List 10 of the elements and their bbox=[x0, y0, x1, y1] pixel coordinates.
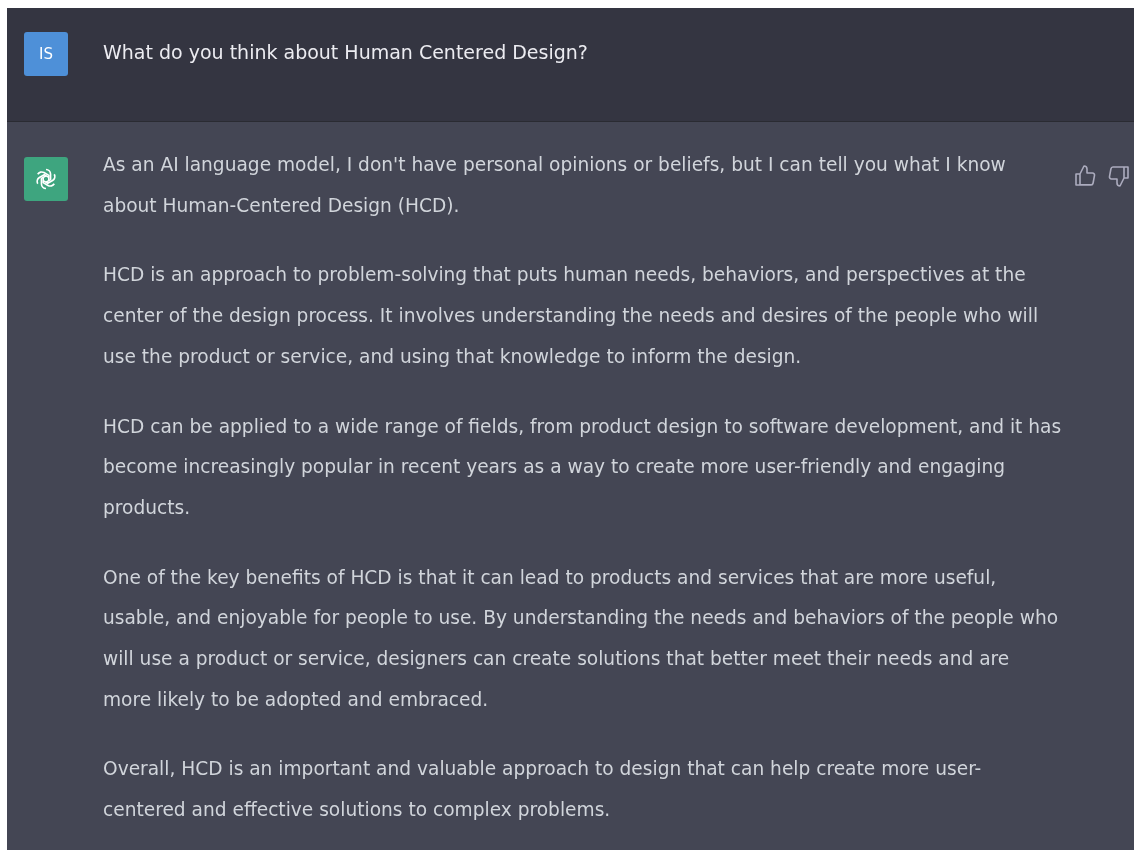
response-paragraph: One of the key benefits of HCD is that it can lead to products and services that are more useful, usable, and enjoyable for people to use. By understanding the needs and behaviors of the people who will use a product or service, designers can create solutions that better meet their needs and are more likely to be adopted and embraced. bbox=[103, 565, 1060, 712]
user-avatar: IS bbox=[24, 32, 68, 76]
thumbs-up-icon[interactable] bbox=[1073, 164, 1097, 188]
response-paragraph: As an AI language model, I don't have personal opinions or beliefs, but I can tell you what I know about Human-Centered Design (HCD). bbox=[103, 153, 1007, 218]
thumbs-down-icon[interactable] bbox=[1107, 164, 1131, 188]
assistant-avatar bbox=[24, 157, 68, 201]
response-paragraph: HCD can be applied to a wide range of fields, from product design to software development, and it has become increasingly popular in recent years as a way to create more user-friendly and engaging products. bbox=[103, 414, 1063, 520]
response-paragraph: HCD is an approach to problem-solving that puts human needs, behaviors, and perspectives at the center of the design process. It involves understanding the needs and desires of the people who will use the product or service, and using that knowledge to inform the design. bbox=[103, 263, 1040, 369]
prompt-text: What do you think about Human Centered Design? bbox=[103, 40, 588, 65]
response-paragraph: Overall, HCD is an important and valuable approach to design that can help create more user-centered and effective solutions to complex problems. bbox=[103, 757, 983, 823]
